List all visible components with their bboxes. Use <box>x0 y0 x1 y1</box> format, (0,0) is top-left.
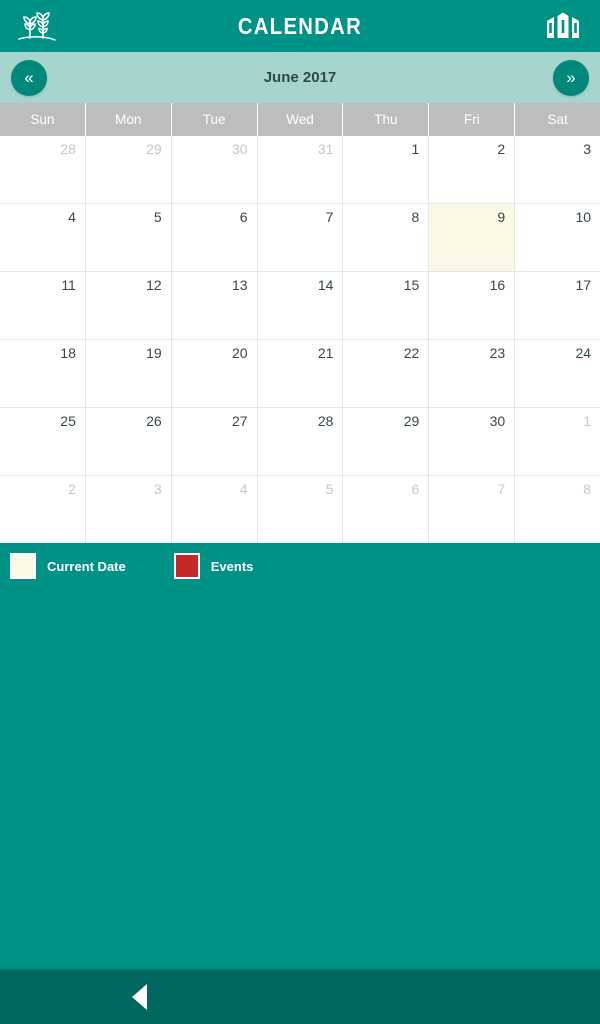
day-of-week-sat: Sat <box>547 112 568 127</box>
calendar-day-cell[interactable]: 11 <box>0 272 86 339</box>
calendar-day-cell[interactable]: 1 <box>343 136 430 203</box>
calendar-day-cell[interactable]: 3 <box>85 476 172 543</box>
app-bar: CALENDAR <box>0 0 600 52</box>
bottom-nav-bar <box>0 969 600 1024</box>
calendar-day-cell[interactable]: 22 <box>343 340 430 407</box>
calendar-day-cell[interactable]: 21 <box>257 340 344 407</box>
prev-month-button[interactable]: « <box>11 59 47 96</box>
calendar-day-cell[interactable]: 15 <box>343 272 430 339</box>
back-triangle-icon[interactable] <box>132 984 147 1010</box>
calendar-day-cell[interactable]: 17 <box>515 272 600 339</box>
calendar-day-cell[interactable]: 13 <box>171 272 258 339</box>
legend-item: Current Date <box>10 553 126 579</box>
calendar-day-cell[interactable]: 8 <box>343 204 430 271</box>
plant-seedlings-icon[interactable] <box>14 5 60 47</box>
calendar-week-row: 4 5 6 7 8 9 10 <box>0 204 600 272</box>
calendar-week-row: 28 29 30 31 1 2 3 <box>0 136 600 204</box>
legend-swatch <box>10 553 36 579</box>
calendar-day-cell[interactable]: 5 <box>257 476 344 543</box>
legend-label: Events <box>210 558 254 574</box>
calendar-day-cell[interactable]: 19 <box>85 340 172 407</box>
calendar-day-cell[interactable]: 3 <box>515 136 600 203</box>
day-of-week-tue: Tue <box>172 103 258 136</box>
calendar-day-cell[interactable]: 26 <box>85 408 172 475</box>
calendar-day-cell[interactable]: 8 <box>515 476 600 543</box>
calendar-day-cell[interactable]: 4 <box>171 476 258 543</box>
calendar-week-row: 2345678 <box>0 476 600 543</box>
calendar-day-cell[interactable]: 2 <box>429 136 516 203</box>
calendar-day-cell[interactable]: 27 <box>171 408 258 475</box>
calendar-day-cell[interactable]: 6 <box>343 476 430 543</box>
month-label: June 2017 <box>263 69 337 86</box>
legend: Current Date Events <box>0 543 600 589</box>
day-of-week-wed: Wed <box>258 103 344 136</box>
calendar-day-cell-today[interactable]: 9 <box>429 204 516 271</box>
legend-label: Current Date <box>47 558 126 574</box>
calendar-day-cell[interactable]: 29 <box>343 408 430 475</box>
calendar-day-cell[interactable]: 28 <box>0 136 86 203</box>
calendar-day-cell[interactable]: 14 <box>257 272 344 339</box>
calendar-day-cell[interactable]: 5 <box>85 204 172 271</box>
calendar-grid: Sun Mon Tue Wed Thu Fri Sat 28 29 30 31 1 2 3 4 5 6 7 8 9 1… <box>0 103 600 543</box>
day-of-week-sun: Sun <box>0 103 86 136</box>
calendar-week-row: 11 12 13 14 15 16 17 <box>0 272 600 340</box>
calendar-week-row: 18 19 20 21 22 23 24 <box>0 340 600 408</box>
calendar-weeks: 28 29 30 31 1 2 3 4 5 6 7 8 9 10 11 12 13 14 15 16 17 18 19 20 2… <box>0 136 600 543</box>
calendar-day-cell[interactable]: 20 <box>171 340 258 407</box>
content-area <box>0 589 600 969</box>
calendar-day-cell[interactable]: 29 <box>85 136 172 203</box>
day-of-week-thu: Thu <box>343 103 430 136</box>
calendar-week-row: 25 26 27 28 29 30 1 <box>0 408 600 476</box>
calendar-day-cell[interactable]: 24 <box>515 340 600 407</box>
calendar-day-cell[interactable]: 1 <box>515 408 600 475</box>
calendar-page: CALENDAR « June 2017 » Sun Mon Tue Wed Thu <box>0 0 600 1024</box>
legend-swatch <box>173 553 200 579</box>
calendar-day-cell[interactable]: 16 <box>429 272 516 339</box>
day-of-week-fri: Fri <box>429 103 516 136</box>
calendar-day-cell[interactable]: 18 <box>0 340 86 407</box>
calendar-day-cell[interactable]: 23 <box>429 340 516 407</box>
month-nav-bar: « June 2017 » <box>0 52 600 103</box>
building-icon[interactable] <box>540 5 586 47</box>
calendar-day-cell[interactable]: 4 <box>0 204 86 271</box>
calendar-day-cell[interactable]: 25 <box>0 408 86 475</box>
calendar-day-cell[interactable]: 30 <box>171 136 258 203</box>
calendar-day-cell[interactable]: 6 <box>171 204 258 271</box>
calendar-day-cell[interactable]: 12 <box>85 272 172 339</box>
legend-item: Events <box>173 553 254 579</box>
calendar-day-cell[interactable]: 2 <box>0 476 86 543</box>
calendar-day-cell[interactable]: 31 <box>257 136 344 203</box>
calendar-day-cell[interactable]: 7 <box>429 476 516 543</box>
calendar-day-cell[interactable]: 30 <box>429 408 516 475</box>
page-title: CALENDAR <box>237 12 363 39</box>
next-month-button[interactable]: » <box>553 59 589 96</box>
calendar-day-cell[interactable]: 28 <box>257 408 344 475</box>
day-of-week-mon: Mon <box>86 103 172 136</box>
calendar-day-cell[interactable]: 10 <box>515 204 600 271</box>
calendar-day-cell[interactable]: 7 <box>257 204 344 271</box>
day-of-week-header-row: Sun Mon Tue Wed Thu Fri Sat <box>0 103 600 136</box>
